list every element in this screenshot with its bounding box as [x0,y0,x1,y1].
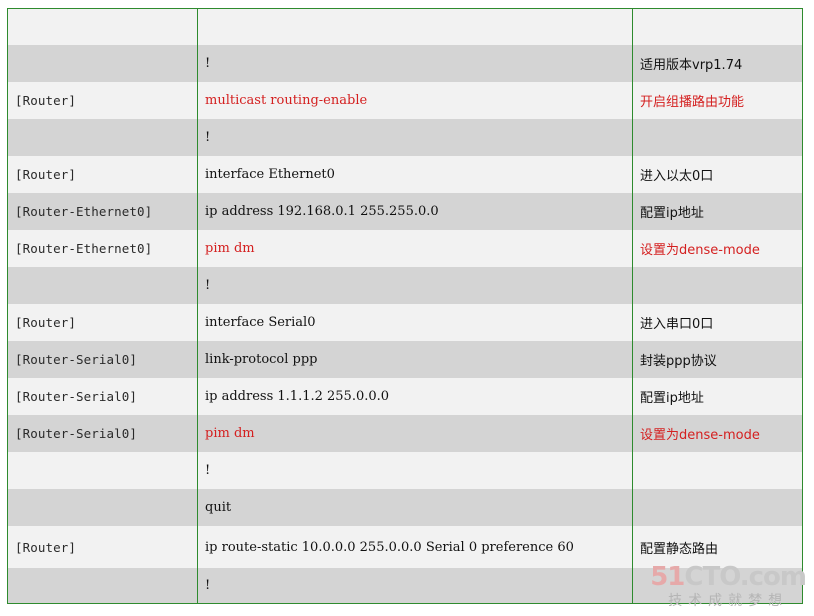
command-cell: ! [197,45,632,82]
watermark: 51CTO.com 技术成就梦想 [650,562,807,610]
table-row: [Router] multicast routing-enable 开启组播路由功能 [8,82,802,119]
table-row: ! 适用版本vrp1.74 [8,45,802,82]
table-row: [Router-Serial0] link-protocol ppp 封装ppp协议 [8,341,802,378]
watermark-subtitle: 技术成就梦想 [668,593,789,609]
command-text: ip route-static 10.0.0.0 255.0.0.0 Seria… [205,539,574,555]
note-cell [632,267,802,304]
table-row: ! [8,267,802,304]
table-row: quit [8,489,802,526]
table-row: [Router] interface Ethernet0 进入以太0口 [8,156,802,193]
command-cell: ! [197,119,632,156]
note-cell [632,489,802,526]
prompt-cell: [Router] [15,167,77,182]
command-cell [197,9,632,45]
note-cell [632,119,802,156]
command-cell: multicast routing-enable [197,82,632,119]
config-table: ! 适用版本vrp1.74 [Router] multicast routing-en… [7,8,803,604]
prompt-cell: [Router-Serial0] [15,389,138,404]
table-row: [Router] interface Serial0 进入串口0口 [8,304,802,341]
table-row: [Router-Serial0] ip address 1.1.1.2 255.0… [8,378,802,415]
prompt-cell [8,452,197,489]
command-cell: ip address 1.1.1.2 255.0.0.0 [197,378,632,415]
note-cell [632,9,802,45]
prompt-cell [8,119,197,156]
prompt-cell: [Router-Serial0] [15,426,138,441]
note-cell: 进入以太0口 [632,156,802,193]
prompt-cell [8,489,197,526]
note-cell: 开启组播路由功能 [632,82,802,119]
table-row: [Router-Serial0] pim dm 设置为dense-mode [8,415,802,452]
watermark-logo: 51CTO.com [650,562,807,592]
prompt-cell: [Router-Ethernet0] [15,241,153,256]
note-cell: 进入串口0口 [632,304,802,341]
prompt-cell: [Router-Ethernet0] [15,204,153,219]
note-cell [632,452,802,489]
prompt-cell: [Router] [15,93,77,108]
command-cell: interface Serial0 [197,304,632,341]
command-cell: pim dm [197,230,632,267]
table-row: [Router-Ethernet0] pim dm 设置为dense-mode [8,230,802,267]
prompt-cell: [Router] [15,315,77,330]
command-cell: interface Ethernet0 [197,156,632,193]
command-cell: ip route-static 10.0.0.0 255.0.0.0 Seria… [197,526,632,568]
command-cell: quit [197,489,632,526]
note-cell: 配置ip地址 [632,378,802,415]
command-cell: ! [197,568,632,603]
command-cell: ip address 192.168.0.1 255.255.0.0 [197,193,632,230]
command-cell: ! [197,452,632,489]
note-cell: 设置为dense-mode [632,230,802,267]
command-cell: pim dm [197,415,632,452]
note-cell: 设置为dense-mode [632,415,802,452]
table-row: [Router-Ethernet0] ip address 192.168.0.1… [8,193,802,230]
command-cell: link-protocol ppp [197,341,632,378]
note-cell: 适用版本vrp1.74 [632,45,802,82]
table-row: ! [8,452,802,489]
table-row: ! [8,119,802,156]
note-cell: 配置ip地址 [632,193,802,230]
prompt-cell: [Router-Serial0] [15,352,138,367]
note-cell: 封装ppp协议 [632,341,802,378]
table-row [8,9,802,45]
prompt-cell [8,45,197,82]
prompt-cell [8,9,197,45]
prompt-cell [8,267,197,304]
command-cell: ! [197,267,632,304]
prompt-cell: [Router] [15,539,77,555]
prompt-cell [8,568,197,603]
